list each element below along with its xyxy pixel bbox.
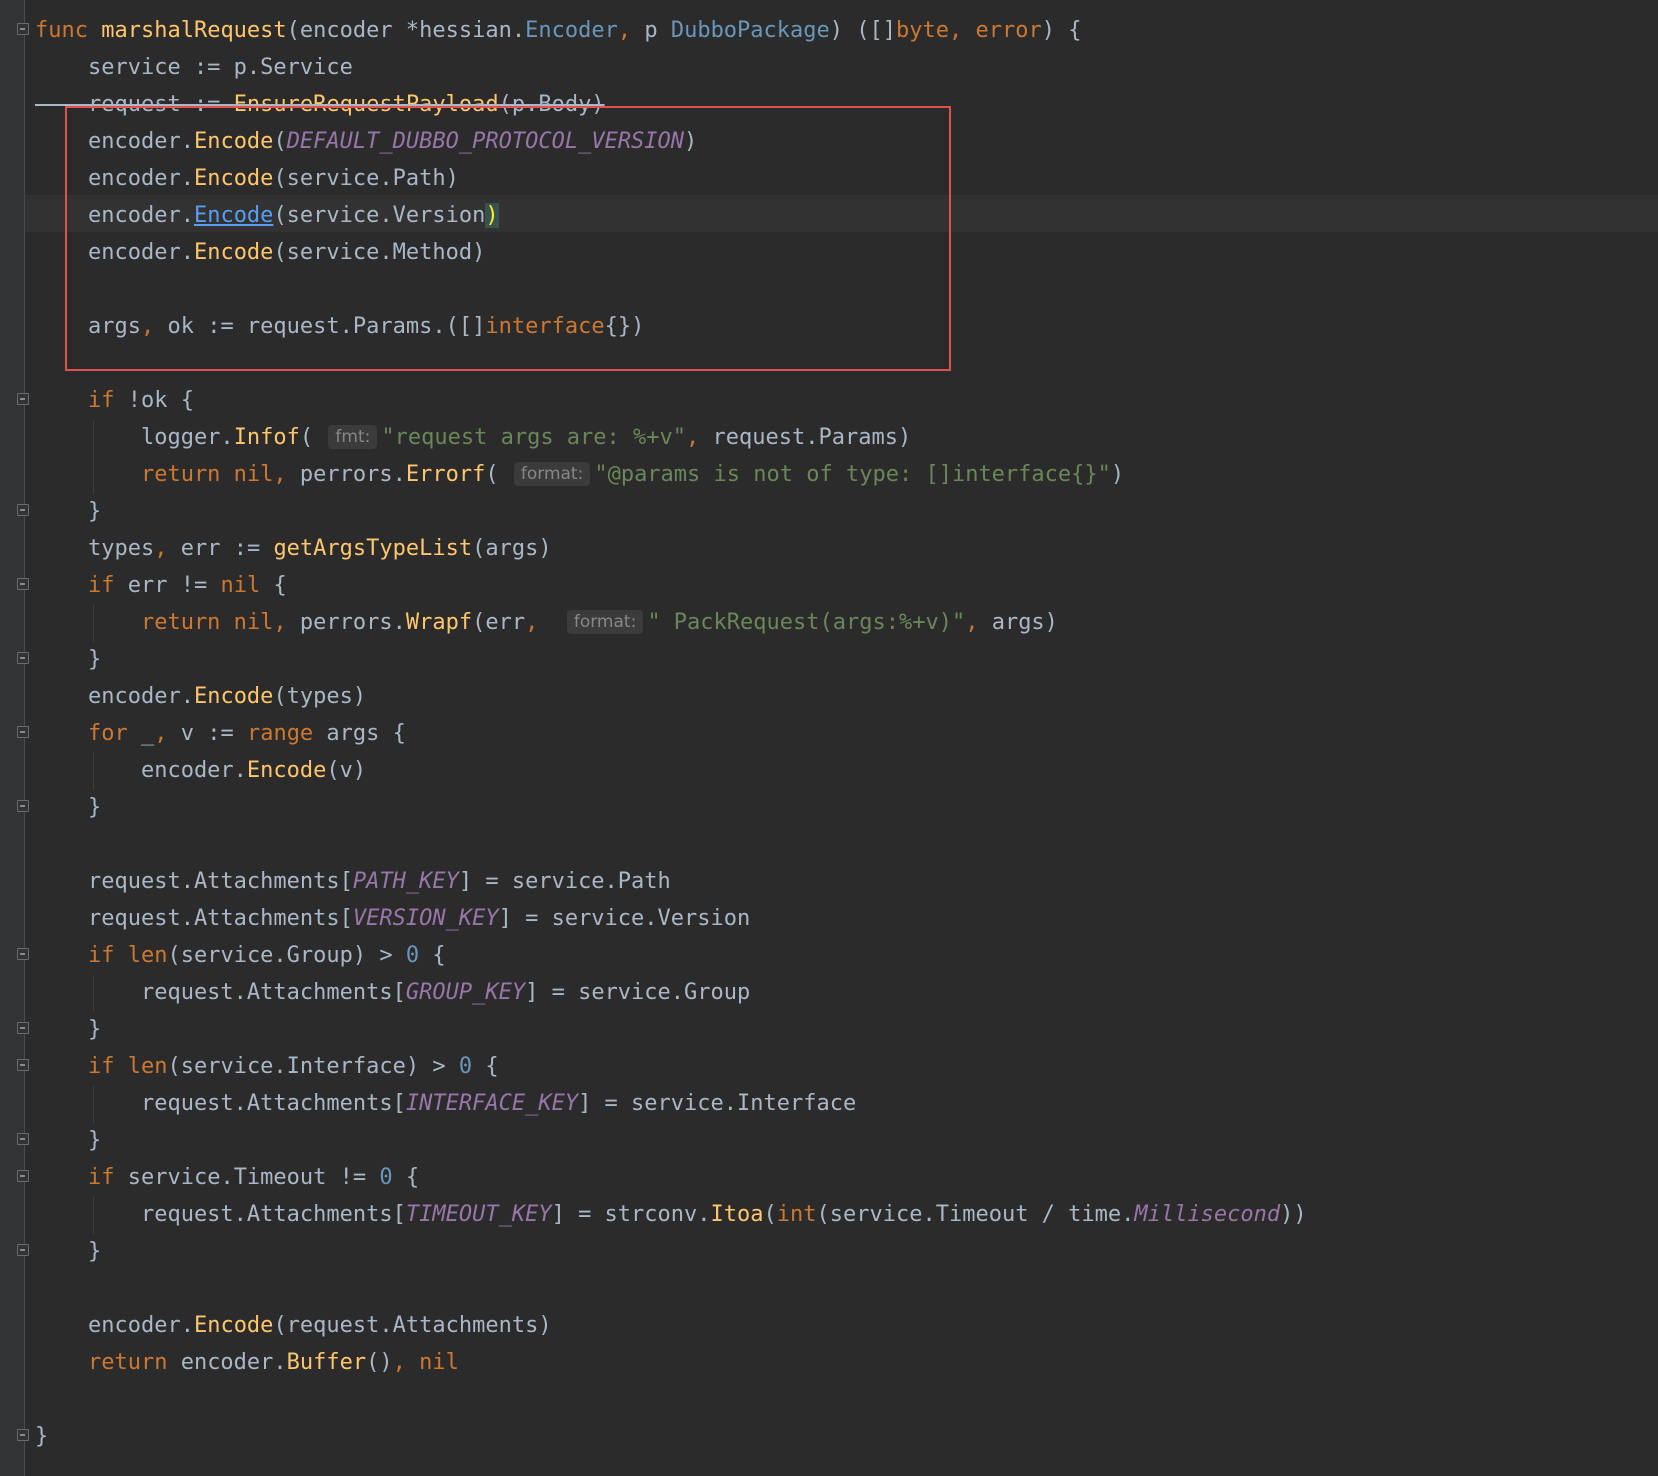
- fold-marker-icon[interactable]: [17, 504, 29, 516]
- code-line: }: [35, 499, 102, 524]
- code-area[interactable]: func marshalRequest(encoder *hessian.Enc…: [35, 12, 1307, 1455]
- code-line: args, ok := request.Params.([]interface{…: [35, 314, 645, 339]
- code-line: request.Attachments[PATH_KEY] = service.…: [35, 869, 671, 894]
- code-line: }: [35, 795, 102, 820]
- code-line: if len(service.Group) > 0 {: [35, 943, 446, 968]
- code-line: }: [35, 647, 102, 672]
- code-line: for _, v := range args {: [35, 721, 406, 746]
- code-line: return encoder.Buffer(), nil: [35, 1350, 459, 1375]
- code-line: encoder.Encode(request.Attachments): [35, 1313, 552, 1338]
- code-line-current: encoder.Encode(service.Version): [35, 203, 499, 228]
- code-line: request.Attachments[GROUP_KEY] = service…: [35, 980, 751, 1005]
- code-line: }: [35, 1128, 102, 1153]
- code-line: return nil, perrors.Wrapf(err, format: " …: [35, 610, 1058, 635]
- code-line: encoder.Encode(v): [35, 758, 367, 783]
- fold-marker-icon[interactable]: [17, 23, 29, 35]
- fold-marker-icon[interactable]: [17, 1059, 29, 1071]
- code-line: }: [35, 1017, 102, 1042]
- code-line: service := p.Service: [35, 55, 353, 80]
- code-line: return nil, perrors.Errorf( format: "@par…: [35, 462, 1125, 487]
- fold-marker-icon[interactable]: [17, 1170, 29, 1182]
- encode-link[interactable]: Encode: [194, 203, 273, 228]
- fold-marker-icon[interactable]: [17, 1133, 29, 1145]
- code-line: if service.Timeout != 0 {: [35, 1165, 420, 1190]
- code-line: request.Attachments[TIMEOUT_KEY] = strco…: [35, 1202, 1307, 1227]
- fold-marker-icon[interactable]: [17, 1022, 29, 1034]
- param-hint: format:: [566, 610, 644, 634]
- code-line: encoder.Encode(types): [35, 684, 367, 709]
- code-line: request.Attachments[VERSION_KEY] = servi…: [35, 906, 751, 931]
- param-hint: fmt:: [328, 425, 378, 449]
- code-line: request.Attachments[INTERFACE_KEY] = ser…: [35, 1091, 857, 1116]
- fold-marker-icon[interactable]: [17, 578, 29, 590]
- code-line: func marshalRequest(encoder *hessian.Enc…: [35, 18, 1082, 43]
- fold-marker-icon[interactable]: [17, 1429, 29, 1441]
- code-line: encoder.Encode(service.Path): [35, 166, 459, 191]
- fold-marker-icon[interactable]: [17, 1244, 29, 1256]
- fold-marker-icon[interactable]: [17, 726, 29, 738]
- code-line: encoder.Encode(service.Method): [35, 240, 486, 265]
- fold-marker-icon[interactable]: [17, 800, 29, 812]
- code-line: }: [35, 1424, 49, 1449]
- code-line: types, err := getArgsTypeList(args): [35, 536, 552, 561]
- code-line: }: [35, 1239, 102, 1264]
- code-line: logger.Infof( fmt: "request args are: %+v…: [35, 425, 912, 450]
- fold-marker-icon[interactable]: [17, 948, 29, 960]
- code-line: if len(service.Interface) > 0 {: [35, 1054, 499, 1079]
- param-hint: format:: [513, 462, 591, 486]
- code-line: request := EnsureRequestPayload(p.Body): [35, 92, 605, 117]
- code-line: if err != nil {: [35, 573, 287, 598]
- code-line: encoder.Encode(DEFAULT_DUBBO_PROTOCOL_VE…: [35, 129, 698, 154]
- fold-marker-icon[interactable]: [17, 652, 29, 664]
- fold-marker-icon[interactable]: [17, 393, 29, 405]
- code-line: if !ok {: [35, 388, 194, 413]
- code-editor[interactable]: func marshalRequest(encoder *hessian.Enc…: [0, 0, 1658, 1476]
